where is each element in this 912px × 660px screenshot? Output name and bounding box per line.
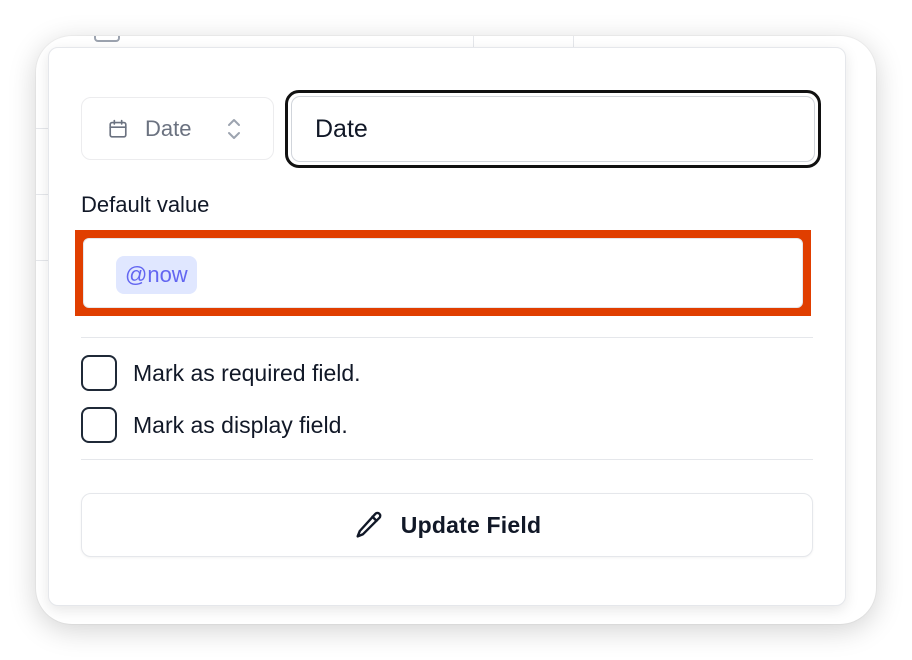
display-field-checkbox[interactable] xyxy=(81,407,117,443)
app-window: Date Date Default value @now Mark as req… xyxy=(36,36,876,624)
chevron-up-down-icon xyxy=(228,119,240,139)
required-field-option[interactable]: Mark as required field. xyxy=(81,355,361,391)
default-value-field-highlight: @now xyxy=(75,230,811,316)
required-field-label: Mark as required field. xyxy=(133,359,361,386)
field-type-value: Date xyxy=(145,115,192,141)
field-name-value[interactable]: Date xyxy=(291,96,815,162)
update-field-label: Update Field xyxy=(400,511,542,538)
required-field-checkbox[interactable] xyxy=(81,355,117,391)
default-value-chip[interactable]: @now xyxy=(116,256,197,294)
default-value-label: Default value xyxy=(81,192,210,217)
background-checkbox xyxy=(94,36,120,42)
field-name-input[interactable]: Date xyxy=(285,90,821,168)
pencil-icon xyxy=(356,511,382,538)
default-value-input[interactable]: @now xyxy=(83,238,803,308)
display-field-label: Mark as display field. xyxy=(133,411,348,438)
update-field-button[interactable]: Update Field xyxy=(81,493,813,557)
field-type-select[interactable]: Date xyxy=(81,97,274,160)
divider xyxy=(81,337,813,338)
display-field-option[interactable]: Mark as display field. xyxy=(81,407,348,443)
divider xyxy=(81,459,813,460)
edit-field-popover: Date Date Default value @now Mark as req… xyxy=(48,47,846,606)
calendar-icon xyxy=(109,119,127,138)
